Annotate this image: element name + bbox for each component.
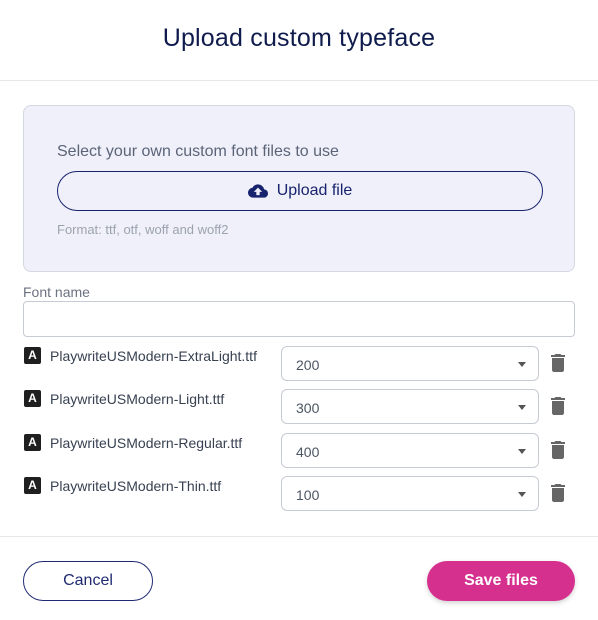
trash-icon[interactable] bbox=[550, 441, 566, 459]
save-files-button[interactable]: Save files bbox=[427, 561, 575, 601]
font-name-input[interactable] bbox=[23, 301, 575, 337]
font-file-row: A PlaywriteUSModern-Thin.ttf 100 bbox=[23, 476, 575, 512]
trash-icon[interactable] bbox=[550, 354, 566, 372]
cloud-upload-icon bbox=[247, 184, 268, 198]
font-file-name: PlaywriteUSModern-ExtraLight.ttf bbox=[50, 348, 257, 364]
font-file-row: A PlaywriteUSModern-ExtraLight.ttf 200 bbox=[23, 346, 575, 382]
font-file-row: A PlaywriteUSModern-Light.ttf 300 bbox=[23, 389, 575, 425]
upload-drop-zone[interactable]: Select your own custom font files to use… bbox=[23, 105, 575, 272]
chevron-down-icon bbox=[518, 449, 526, 454]
font-file-name: PlaywriteUSModern-Regular.ttf bbox=[50, 435, 243, 451]
trash-icon[interactable] bbox=[550, 397, 566, 415]
footer-divider bbox=[0, 536, 598, 537]
chevron-down-icon bbox=[518, 362, 526, 367]
font-weight-value: 200 bbox=[296, 357, 320, 373]
font-file-icon: A bbox=[24, 477, 41, 494]
trash-icon[interactable] bbox=[550, 484, 566, 502]
font-weight-value: 100 bbox=[296, 487, 320, 503]
chevron-down-icon bbox=[518, 492, 526, 497]
font-weight-value: 400 bbox=[296, 444, 320, 460]
font-file-icon: A bbox=[24, 390, 41, 407]
upload-file-button[interactable]: Upload file bbox=[57, 171, 543, 211]
font-weight-select[interactable]: 100 bbox=[281, 476, 539, 511]
font-name-label: Font name bbox=[23, 284, 90, 300]
font-weight-select[interactable]: 200 bbox=[281, 346, 539, 381]
cancel-button[interactable]: Cancel bbox=[23, 561, 153, 601]
font-file-icon: A bbox=[24, 434, 41, 451]
font-file-name: PlaywriteUSModern-Thin.ttf bbox=[50, 478, 222, 494]
font-file-name: PlaywriteUSModern-Light.ttf bbox=[50, 391, 225, 407]
upload-file-label: Upload file bbox=[276, 182, 353, 199]
font-weight-value: 300 bbox=[296, 400, 320, 416]
font-weight-select[interactable]: 400 bbox=[281, 433, 539, 468]
font-weight-select[interactable]: 300 bbox=[281, 389, 539, 424]
font-file-icon: A bbox=[24, 347, 41, 364]
upload-hint: Select your own custom font files to use bbox=[57, 143, 339, 160]
chevron-down-icon bbox=[518, 405, 526, 410]
header-divider bbox=[0, 80, 598, 81]
font-file-row: A PlaywriteUSModern-Regular.ttf 400 bbox=[23, 433, 575, 469]
format-note: Format: ttf, otf, woff and woff2 bbox=[57, 222, 229, 237]
dialog-title: Upload custom typeface bbox=[162, 24, 436, 52]
